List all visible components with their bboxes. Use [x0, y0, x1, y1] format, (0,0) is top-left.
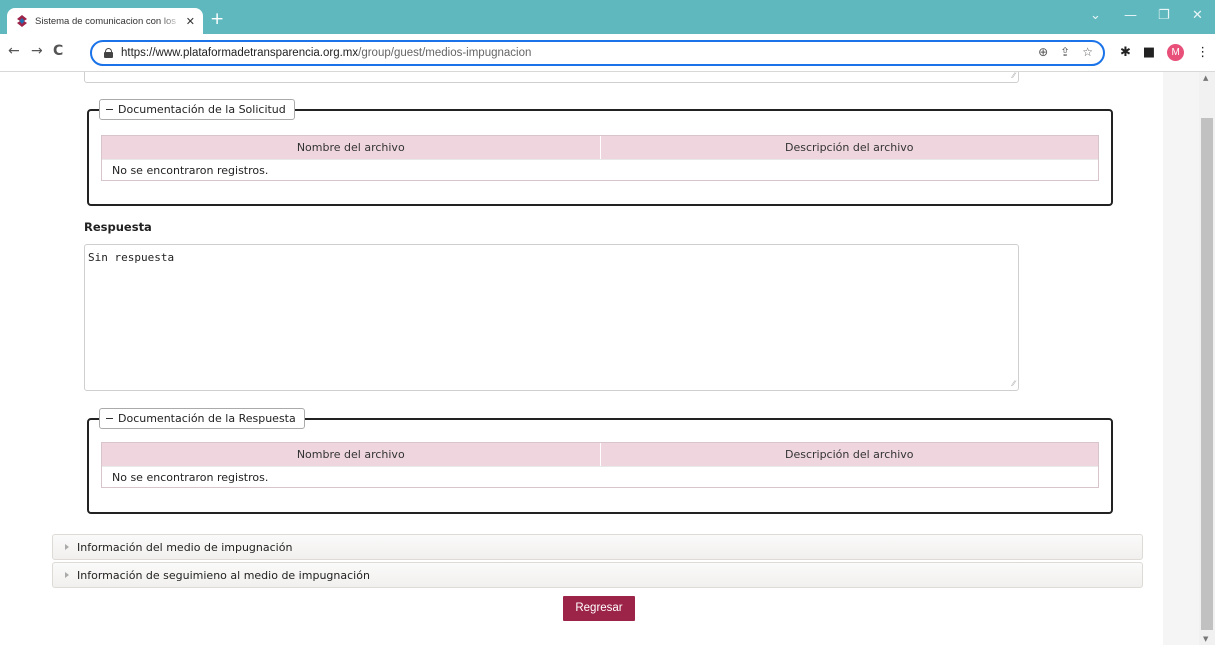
column-header-descripcion[interactable]: Descripción del archivo	[601, 443, 1099, 466]
legend-label: Documentación de la Solicitud	[118, 103, 286, 116]
empty-row: No se encontraron registros.	[102, 159, 1098, 180]
grid-header: Nombre del archivo Descripción del archi…	[102, 136, 1098, 159]
collapse-minus-icon	[106, 108, 113, 111]
solicitud-documents-legend[interactable]: Documentación de la Solicitud	[99, 99, 295, 120]
avatar[interactable]: M	[1167, 44, 1185, 61]
minimize-icon[interactable]: —	[1124, 8, 1137, 23]
menu-icon[interactable]: ⋮	[1196, 45, 1209, 60]
respuesta-documents-fieldset: Documentación de la Respuesta Nombre del…	[87, 408, 1113, 514]
grid-header: Nombre del archivo Descripción del archi…	[102, 443, 1098, 466]
scrollbar-thumb[interactable]	[1201, 118, 1213, 630]
accordion-seguimiento[interactable]: Información de seguimieno al medio de im…	[52, 562, 1143, 588]
address-bar[interactable]: https://www.plataformadetransparencia.or…	[90, 40, 1105, 66]
column-header-nombre[interactable]: Nombre del archivo	[102, 136, 601, 159]
browser-tab[interactable]: Sistema de comunicacion con los ✕	[7, 8, 203, 34]
tab-search-icon[interactable]: ⌄	[1090, 8, 1101, 23]
scroll-up-arrow-icon[interactable]: ▲	[1203, 74, 1208, 82]
zoom-search-icon[interactable]: ⊕	[1038, 45, 1048, 59]
lock-icon	[104, 48, 113, 58]
share-icon[interactable]: ⇪	[1060, 45, 1070, 59]
caret-right-icon	[65, 572, 69, 578]
resize-grip-icon[interactable]: ⁄⁄	[1012, 72, 1015, 80]
puzzle-icon[interactable]: ✱	[1120, 45, 1131, 60]
solicitud-documents-fieldset: Documentación de la Solicitud Nombre del…	[87, 99, 1113, 206]
column-header-nombre[interactable]: Nombre del archivo	[102, 443, 601, 466]
solicitud-documents-grid: Nombre del archivo Descripción del archi…	[101, 135, 1099, 181]
respuesta-value: Sin respuesta	[88, 251, 175, 264]
legend-label: Documentación de la Respuesta	[118, 412, 296, 425]
respuesta-label: Respuesta	[84, 220, 152, 234]
empty-row: No se encontraron registros.	[102, 466, 1098, 487]
accordion-medio-impugnacion[interactable]: Información del medio de impugnación	[52, 534, 1143, 560]
solicitud-textarea[interactable]: ⁄⁄	[84, 72, 1019, 83]
restore-icon[interactable]: ❐	[1158, 8, 1170, 23]
reload-icon[interactable]: C	[53, 43, 63, 59]
respuesta-documents-grid: Nombre del archivo Descripción del archi…	[101, 442, 1099, 488]
respuesta-documents-legend[interactable]: Documentación de la Respuesta	[99, 408, 305, 429]
forward-arrow-icon[interactable]: →	[31, 43, 43, 59]
regresar-button[interactable]: Regresar	[563, 596, 635, 621]
tab-title: Sistema de comunicacion con los	[35, 15, 176, 27]
column-header-descripcion[interactable]: Descripción del archivo	[601, 136, 1099, 159]
tab-close-icon[interactable]: ✕	[186, 15, 195, 28]
page-viewport: ⁄⁄ Documentación de la Solicitud Nombre …	[0, 72, 1215, 645]
browser-tab-strip: Sistema de comunicacion con los ✕ + ⌄ — …	[0, 0, 1215, 34]
scroll-down-arrow-icon[interactable]: ▼	[1203, 635, 1208, 643]
site-favicon-icon	[17, 15, 27, 27]
resize-grip-icon[interactable]: ⁄⁄	[1012, 379, 1015, 388]
caret-right-icon	[65, 544, 69, 550]
respuesta-textarea[interactable]: Sin respuesta ⁄⁄	[84, 244, 1019, 391]
back-arrow-icon[interactable]: ←	[8, 43, 20, 59]
sidepanel-icon[interactable]: ■	[1143, 45, 1155, 60]
browser-toolbar: ← → C https://www.plataformadetransparen…	[0, 34, 1215, 72]
window-close-icon[interactable]: ✕	[1192, 8, 1203, 23]
new-tab-button[interactable]: +	[210, 9, 224, 29]
star-icon[interactable]: ☆	[1082, 45, 1093, 59]
accordion-label: Información de seguimieno al medio de im…	[77, 568, 370, 582]
url-text[interactable]: https://www.plataformadetransparencia.or…	[121, 47, 531, 59]
accordion-label: Información del medio de impugnación	[77, 540, 293, 554]
collapse-minus-icon	[106, 417, 113, 420]
page-gutter	[1163, 72, 1199, 645]
